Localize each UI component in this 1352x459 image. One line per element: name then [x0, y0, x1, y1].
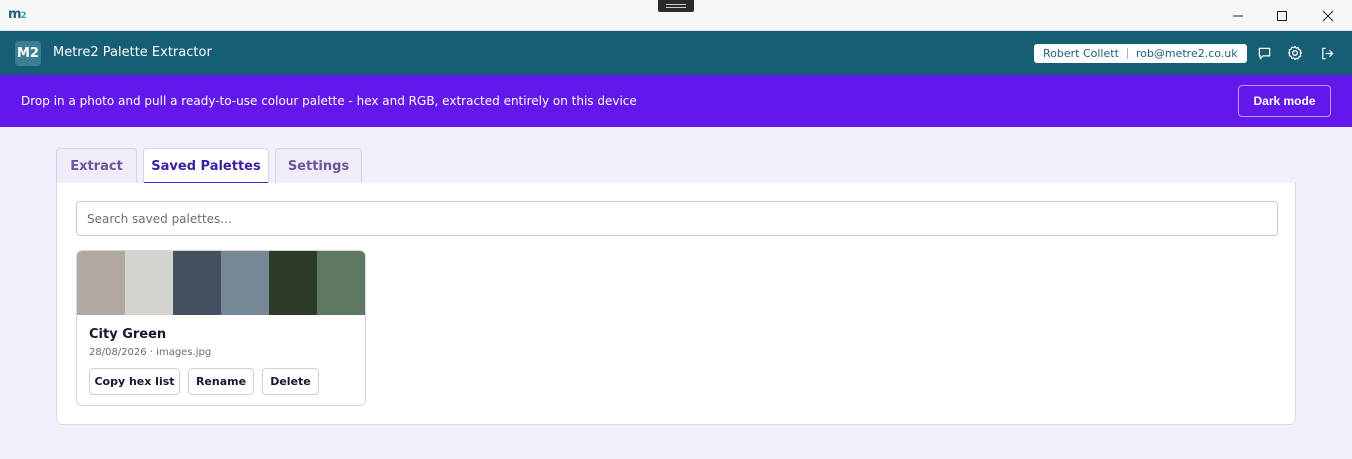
palette-swatches [77, 251, 365, 315]
saved-palettes-panel: City Green 28/08/2026 · images.jpg Copy … [56, 183, 1296, 425]
banner-text: Drop in a photo and pull a ready-to-use … [21, 94, 637, 108]
user-name: Robert Collett [1043, 47, 1119, 60]
tab-saved-palettes-label: Saved Palettes [151, 159, 261, 174]
app-title: Metre2 Palette Extractor [53, 45, 212, 60]
user-email: rob@metre2.co.uk [1135, 47, 1238, 60]
drag-handle[interactable] [658, 0, 694, 12]
app-header: M2 Metre2 Palette Extractor Robert Colle… [0, 31, 1352, 75]
tab-settings[interactable]: Settings [275, 148, 362, 184]
gear-icon[interactable] [1287, 45, 1303, 61]
minimize-button[interactable] [1215, 0, 1261, 31]
search-input[interactable] [76, 201, 1278, 236]
maximize-button[interactable] [1259, 0, 1305, 31]
color-swatch[interactable] [317, 251, 365, 315]
window-titlebar: m2 [0, 0, 1352, 31]
message-icon[interactable] [1256, 45, 1272, 61]
app-logo: m2 [8, 7, 27, 22]
close-icon [1322, 10, 1334, 21]
user-divider [1126, 48, 1128, 59]
maximize-icon [1277, 10, 1287, 21]
color-swatch[interactable] [173, 251, 221, 315]
color-swatch[interactable] [77, 251, 125, 315]
palette-meta: 28/08/2026 · images.jpg [89, 347, 212, 358]
color-swatch[interactable] [125, 251, 173, 315]
user-pill: Robert Collett rob@metre2.co.uk [1034, 44, 1247, 63]
app-badge: M2 [15, 41, 41, 66]
palette-name: City Green [89, 327, 167, 342]
color-swatch[interactable] [269, 251, 317, 315]
tab-extract[interactable]: Extract [56, 148, 137, 184]
info-banner: Drop in a photo and pull a ready-to-use … [0, 75, 1352, 127]
dark-mode-button[interactable]: Dark mode [1238, 85, 1331, 117]
logout-icon[interactable] [1319, 45, 1335, 61]
rename-button[interactable]: Rename [188, 368, 254, 395]
close-button[interactable] [1305, 0, 1351, 31]
tab-saved-palettes[interactable]: Saved Palettes [143, 148, 269, 185]
palette-card: City Green 28/08/2026 · images.jpg Copy … [76, 250, 366, 406]
color-swatch[interactable] [221, 251, 269, 315]
copy-hex-list-button[interactable]: Copy hex list [89, 368, 180, 395]
delete-button[interactable]: Delete [262, 368, 319, 395]
minimize-icon [1233, 15, 1243, 16]
